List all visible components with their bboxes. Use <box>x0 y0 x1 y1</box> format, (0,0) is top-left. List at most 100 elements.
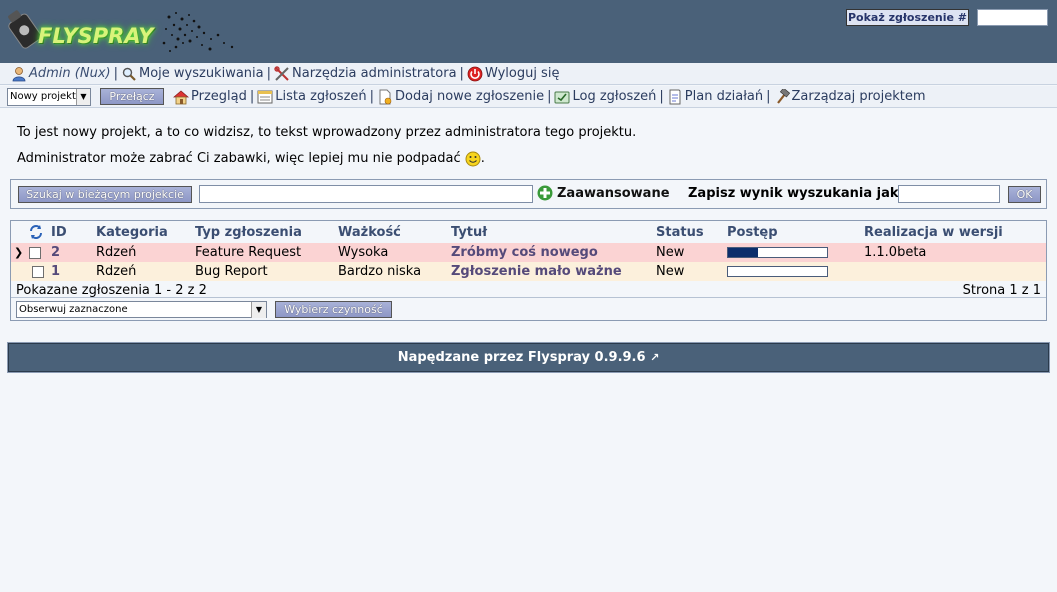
toggle-select-all-header[interactable] <box>11 221 51 243</box>
menu-separator: | <box>659 89 664 104</box>
task-summary-link[interactable]: Zgłoszenie mało ważne <box>451 262 656 281</box>
search-icon <box>122 67 136 81</box>
logo-text: FLYSPRAY <box>38 24 154 48</box>
events-log-link[interactable]: Log zgłoszeń <box>554 89 656 105</box>
pagination-text: Strona 1 z 1 <box>962 283 1041 298</box>
task-table: ID Kategoria Typ zgłoszenia Ważkość Tytu… <box>11 221 1046 281</box>
external-link-icon: ↗ <box>650 351 660 364</box>
home-icon <box>173 89 189 104</box>
intro-line-1: To jest nowy projekt, a to co widzisz, t… <box>17 125 637 140</box>
save-search-input[interactable] <box>898 185 1000 203</box>
tasks-shown-count: Pokazane zgłoszenia 1 - 2 z 2 <box>16 283 207 298</box>
manage-project-link[interactable]: Zarządzaj projektem <box>774 88 926 105</box>
events-log-label: Log zgłoszeń <box>572 89 657 104</box>
task-category: Rdzeń <box>96 243 195 262</box>
overview-link[interactable]: Przegląd <box>173 89 247 105</box>
intro-line-2: Administrator może zabrać Ci zabawki, wi… <box>17 148 636 170</box>
task-status: New <box>656 262 727 281</box>
task-id[interactable]: 1 <box>51 262 96 281</box>
save-search-ok-button[interactable]: OK <box>1008 186 1041 203</box>
refresh-arrows-icon <box>30 225 42 239</box>
my-searches-label: Moje wyszukiwania <box>138 66 264 81</box>
powered-by-text: Napędzane przez Flyspray 0.9.9.6 <box>397 350 646 365</box>
powered-by-link[interactable]: Napędzane przez Flyspray 0.9.9.6 ↗ <box>398 350 660 365</box>
progress-fill <box>728 248 758 257</box>
mass-action-select-value: Obserwuj zaznaczone <box>19 304 128 315</box>
menu-separator: | <box>766 89 771 104</box>
column-header-type[interactable]: Typ zgłoszenia <box>195 221 338 243</box>
show-task-button[interactable]: Pokaż zgłoszenie # <box>846 9 969 26</box>
column-header-summary[interactable]: Tytuł <box>451 221 656 243</box>
roadmap-icon <box>669 89 681 104</box>
task-progress-cell <box>727 243 864 262</box>
project-menu: Nowy projekt ▼ Przełącz Przegląd | Lista… <box>0 86 1057 108</box>
list-icon <box>257 90 273 103</box>
plus-icon <box>537 185 553 201</box>
chevron-down-icon: ▼ <box>75 88 90 105</box>
column-header-status[interactable]: Status <box>656 221 727 243</box>
my-searches-link[interactable]: Moje wyszukiwania <box>121 66 264 82</box>
task-list-panel: ID Kategoria Typ zgłoszenia Ważkość Tytu… <box>10 220 1047 321</box>
admin-link[interactable]: Admin (Nux) <box>11 66 111 82</box>
user-icon <box>12 66 26 81</box>
row-select-cell: ❯ <box>11 243 51 262</box>
menu-separator: | <box>249 89 255 104</box>
project-select-value: Nowy projekt <box>10 91 76 102</box>
task-type: Bug Report <box>195 262 338 281</box>
current-task-arrow-icon: ❯ <box>14 246 24 259</box>
task-summary-link[interactable]: Zróbmy coś nowego <box>451 243 656 262</box>
tools-icon <box>274 65 289 81</box>
task-list-link[interactable]: Lista zgłoszeń <box>257 89 367 105</box>
column-header-id[interactable]: ID <box>51 221 96 243</box>
new-document-icon <box>379 89 392 104</box>
log-icon <box>554 91 570 103</box>
search-input[interactable] <box>199 185 533 203</box>
task-id[interactable]: 2 <box>51 243 96 262</box>
mass-action-select[interactable]: Obserwuj zaznaczone ▼ <box>16 301 267 318</box>
column-header-progress[interactable]: Postęp <box>727 221 864 243</box>
advanced-search-label: Zaawansowane <box>557 185 670 201</box>
intro-period: . <box>480 151 485 166</box>
smiley-icon <box>465 151 481 166</box>
header-bar: FLYSPRAY Pokaż zgłoszenie # <box>0 0 1057 63</box>
show-task-input[interactable] <box>977 9 1048 26</box>
overview-label: Przegląd <box>191 89 247 104</box>
switch-project-button[interactable]: Przełącz <box>100 88 164 105</box>
task-progress-cell <box>727 262 864 281</box>
apply-action-button[interactable]: Wybierz czynność <box>275 301 392 318</box>
flyspray-logo[interactable]: FLYSPRAY <box>4 3 244 61</box>
task-type: Feature Request <box>195 243 338 262</box>
column-header-severity[interactable]: Ważkość <box>338 221 451 243</box>
add-task-label: Dodaj nowe zgłoszenie <box>395 89 545 104</box>
menu-separator: | <box>369 89 375 104</box>
menu-separator: | <box>459 66 464 81</box>
task-severity: Bardzo niska <box>338 262 451 281</box>
column-header-due-version[interactable]: Realizacja w wersji <box>864 221 1046 243</box>
task-severity: Wysoka <box>338 243 451 262</box>
task-due-version <box>864 262 1046 281</box>
table-row[interactable]: ❯ 2 Rdzeń Feature Request Wysoka Zróbmy … <box>11 243 1046 262</box>
save-search-label: Zapisz wynik wyszukania jako <box>688 186 908 201</box>
roadmap-link[interactable]: Plan działań <box>667 89 763 105</box>
user-menu: Admin (Nux) | Moje wyszukiwania | Narzęd… <box>0 63 1057 85</box>
row-checkbox[interactable] <box>32 265 44 278</box>
task-list-label: Lista zgłoszeń <box>275 89 367 104</box>
row-select-cell <box>11 262 51 281</box>
menu-separator: | <box>266 66 272 81</box>
progress-bar <box>727 266 828 277</box>
search-panel: Szukaj w bieżącym projekcie Zaawansowane… <box>10 179 1047 209</box>
search-current-project-button[interactable]: Szukaj w bieżącym projekcie <box>18 186 192 203</box>
divider <box>11 297 1046 298</box>
table-row[interactable]: 1 Rdzeń Bug Report Bardzo niska Zgłoszen… <box>11 262 1046 281</box>
table-header-row: ID Kategoria Typ zgłoszenia Ważkość Tytu… <box>11 221 1046 243</box>
intro-line-2-text: Administrator może zabrać Ci zabawki, wi… <box>17 151 461 166</box>
row-checkbox[interactable] <box>29 246 42 259</box>
project-select[interactable]: Nowy projekt ▼ <box>7 87 91 106</box>
admin-tools-link[interactable]: Narzędzia administratora <box>274 65 457 82</box>
logout-label: Wyloguj się <box>484 66 560 81</box>
roadmap-label: Plan działań <box>684 89 764 104</box>
column-header-category[interactable]: Kategoria <box>96 221 195 243</box>
add-task-link[interactable]: Dodaj nowe zgłoszenie <box>377 89 544 105</box>
logout-link[interactable]: Wyloguj się <box>467 66 560 82</box>
advanced-search-toggle[interactable]: Zaawansowane <box>537 185 670 201</box>
